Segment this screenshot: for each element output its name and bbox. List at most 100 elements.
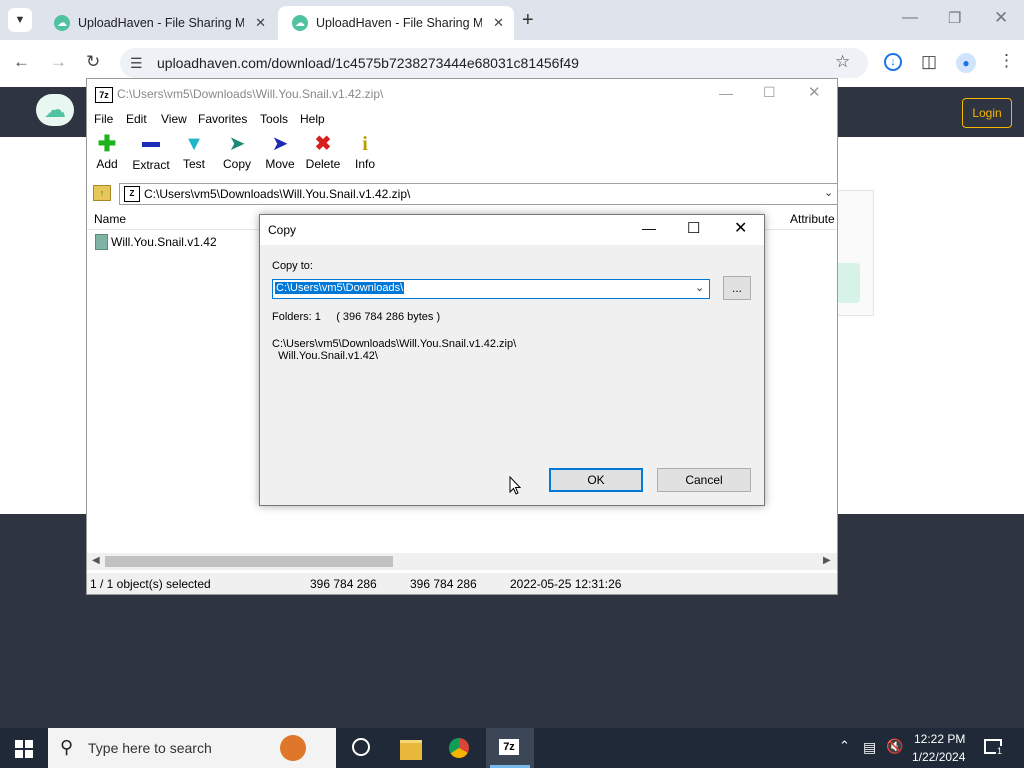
bookmark-star-icon[interactable]: ☆ — [835, 52, 850, 72]
new-tab-icon[interactable]: + — [522, 9, 534, 32]
test-icon: ▼ — [184, 133, 204, 155]
menu-help[interactable]: Help — [300, 112, 325, 126]
close-tab-icon[interactable]: ✕ — [493, 15, 504, 31]
scroll-right-icon[interactable]: ▶ — [823, 555, 831, 566]
chevron-down-icon[interactable]: ⌄ — [824, 186, 833, 199]
chevron-down-icon: ▼ — [14, 14, 26, 26]
add-label: Add — [96, 157, 118, 171]
delete-button[interactable]: ✖ Delete — [303, 133, 343, 171]
delete-icon: ✖ — [314, 133, 332, 155]
source-path-line2: Will.You.Snail.v1.42\ — [272, 350, 378, 362]
close-icon[interactable]: ✕ — [808, 83, 821, 101]
show-hidden-icons-icon[interactable]: ⌃ — [839, 738, 850, 754]
profile-avatar[interactable]: ● — [956, 53, 976, 73]
reload-icon[interactable]: ↻ — [86, 52, 100, 72]
side-panel-icon[interactable]: ◫ — [921, 52, 937, 72]
list-item[interactable]: Will.You.Snail.v1.42 — [93, 232, 253, 250]
mouse-cursor-icon — [509, 476, 522, 495]
menu-view[interactable]: View — [161, 112, 187, 126]
browser-tabstrip: ▼ ☁ UploadHaven - File Sharing Ma ✕ ☁ Up… — [0, 0, 1024, 40]
search-placeholder: Type here to search — [88, 740, 212, 756]
extract-label: Extract — [132, 158, 170, 172]
site-settings-icon[interactable]: ☰ — [130, 55, 143, 72]
menu-favorites[interactable]: Favorites — [198, 112, 247, 126]
tab-title: UploadHaven - File Sharing Ma — [316, 16, 482, 30]
column-header-attributes[interactable]: Attribute — [790, 212, 835, 226]
browser-tab[interactable]: ☁ UploadHaven - File Sharing Ma ✕ — [40, 6, 276, 40]
more-menu-icon[interactable]: ⋮ — [998, 51, 1015, 71]
add-button[interactable]: ✚ Add — [87, 131, 127, 172]
scroll-left-icon[interactable]: ◀ — [92, 555, 100, 566]
info-label: Info — [354, 157, 375, 171]
status-selected: 1 / 1 object(s) selected — [90, 577, 211, 591]
copy-dialog: Copy — ☐ ✕ Copy to: C:\Users\vm5\Downloa… — [259, 214, 765, 506]
maximize-icon[interactable]: ☐ — [763, 84, 776, 101]
delete-label: Delete — [305, 157, 341, 171]
close-tab-icon[interactable]: ✕ — [255, 15, 266, 31]
network-icon[interactable]: ▤ — [863, 739, 876, 756]
windows-start-icon[interactable] — [15, 740, 33, 758]
clock-time[interactable]: 12:22 PM — [914, 732, 965, 746]
status-packed: 396 784 286 — [410, 577, 477, 591]
sevenzip-titlebar: 7z C:\Users\vm5\Downloads\Will.You.Snail… — [87, 79, 837, 109]
horizontal-scrollbar[interactable]: ◀ ▶ — [87, 553, 837, 570]
browse-button[interactable]: ... — [723, 276, 751, 300]
status-bar: 1 / 1 object(s) selected 396 784 286 396… — [87, 573, 837, 594]
task-view-icon[interactable] — [352, 738, 370, 756]
dialog-title: Copy — [268, 223, 297, 237]
info-button[interactable]: i Info — [345, 133, 385, 171]
close-icon[interactable]: ✕ — [734, 218, 747, 238]
parent-folder-icon[interactable]: ↑ — [93, 185, 111, 201]
back-icon[interactable]: ← — [13, 52, 30, 72]
url-text[interactable]: uploadhaven.com/download/1c4575b72382734… — [157, 55, 579, 71]
test-label: Test — [182, 157, 205, 171]
maximize-icon[interactable]: ☐ — [687, 219, 700, 237]
browser-tab-active[interactable]: ☁ UploadHaven - File Sharing Ma ✕ — [278, 6, 514, 40]
status-size: 396 784 286 — [310, 577, 377, 591]
extract-icon — [142, 142, 160, 147]
menu-edit[interactable]: Edit — [126, 112, 147, 126]
copy-button[interactable]: ➤ Copy — [217, 133, 257, 171]
sevenzip-address-bar[interactable]: Z C:\Users\vm5\Downloads\Will.You.Snail.… — [119, 183, 838, 205]
chevron-down-icon[interactable]: ⌄ — [695, 281, 704, 294]
copy-to-combobox[interactable]: C:\Users\vm5\Downloads\ ⌄ — [272, 279, 710, 299]
source-path-line1: C:\Users\vm5\Downloads\Will.You.Snail.v1… — [272, 338, 517, 350]
forward-icon[interactable]: → — [50, 52, 67, 72]
notification-center-icon[interactable]: 1 — [984, 739, 1004, 756]
minimize-icon[interactable]: — — [642, 220, 656, 236]
site-favicon-icon: ☁ — [54, 15, 70, 31]
extract-button[interactable]: Extract — [131, 133, 171, 172]
tab-search-button[interactable]: ▼ — [8, 8, 32, 32]
search-icon: ⚲ — [60, 737, 74, 757]
close-window-icon[interactable]: ✕ — [994, 8, 1008, 28]
dialog-titlebar: Copy — ☐ ✕ — [260, 215, 764, 245]
minimize-icon[interactable]: — — [719, 85, 733, 101]
file-name: Will.You.Snail.v1.42 — [111, 235, 217, 249]
volume-muted-icon[interactable]: 🔇 — [886, 738, 903, 755]
status-modified: 2022-05-25 12:31:26 — [510, 577, 622, 591]
site-favicon-icon: ☁ — [292, 15, 308, 31]
clock-date[interactable]: 1/22/2024 — [912, 750, 965, 764]
column-header-name[interactable]: Name — [94, 212, 126, 226]
restore-icon[interactable]: ❐ — [948, 9, 961, 27]
info-icon: i — [362, 133, 368, 155]
cancel-button[interactable]: Cancel — [657, 468, 751, 492]
taskbar-search-box[interactable]: ⚲ Type here to search — [48, 728, 336, 768]
login-button[interactable]: Login — [962, 98, 1012, 128]
scrollbar-thumb[interactable] — [105, 556, 393, 567]
ok-button[interactable]: OK — [549, 468, 643, 492]
sevenzip-taskbar-button[interactable]: 7z — [486, 728, 534, 768]
copy-label: Copy — [222, 157, 251, 171]
test-button[interactable]: ▼ Test — [174, 133, 214, 171]
move-label: Move — [265, 157, 295, 171]
download-icon[interactable]: ↓ — [884, 53, 902, 71]
add-icon: ✚ — [97, 131, 117, 156]
file-explorer-icon[interactable] — [400, 740, 422, 760]
site-logo-icon[interactable]: ☁ — [36, 94, 74, 126]
folders-info: Folders: 1 ( 396 784 286 bytes ) — [272, 311, 441, 323]
menu-file[interactable]: File — [94, 112, 113, 126]
move-button[interactable]: ➤ Move — [260, 133, 300, 171]
minimize-icon[interactable]: — — [902, 9, 918, 27]
chrome-icon[interactable] — [449, 738, 469, 758]
menu-tools[interactable]: Tools — [260, 112, 288, 126]
